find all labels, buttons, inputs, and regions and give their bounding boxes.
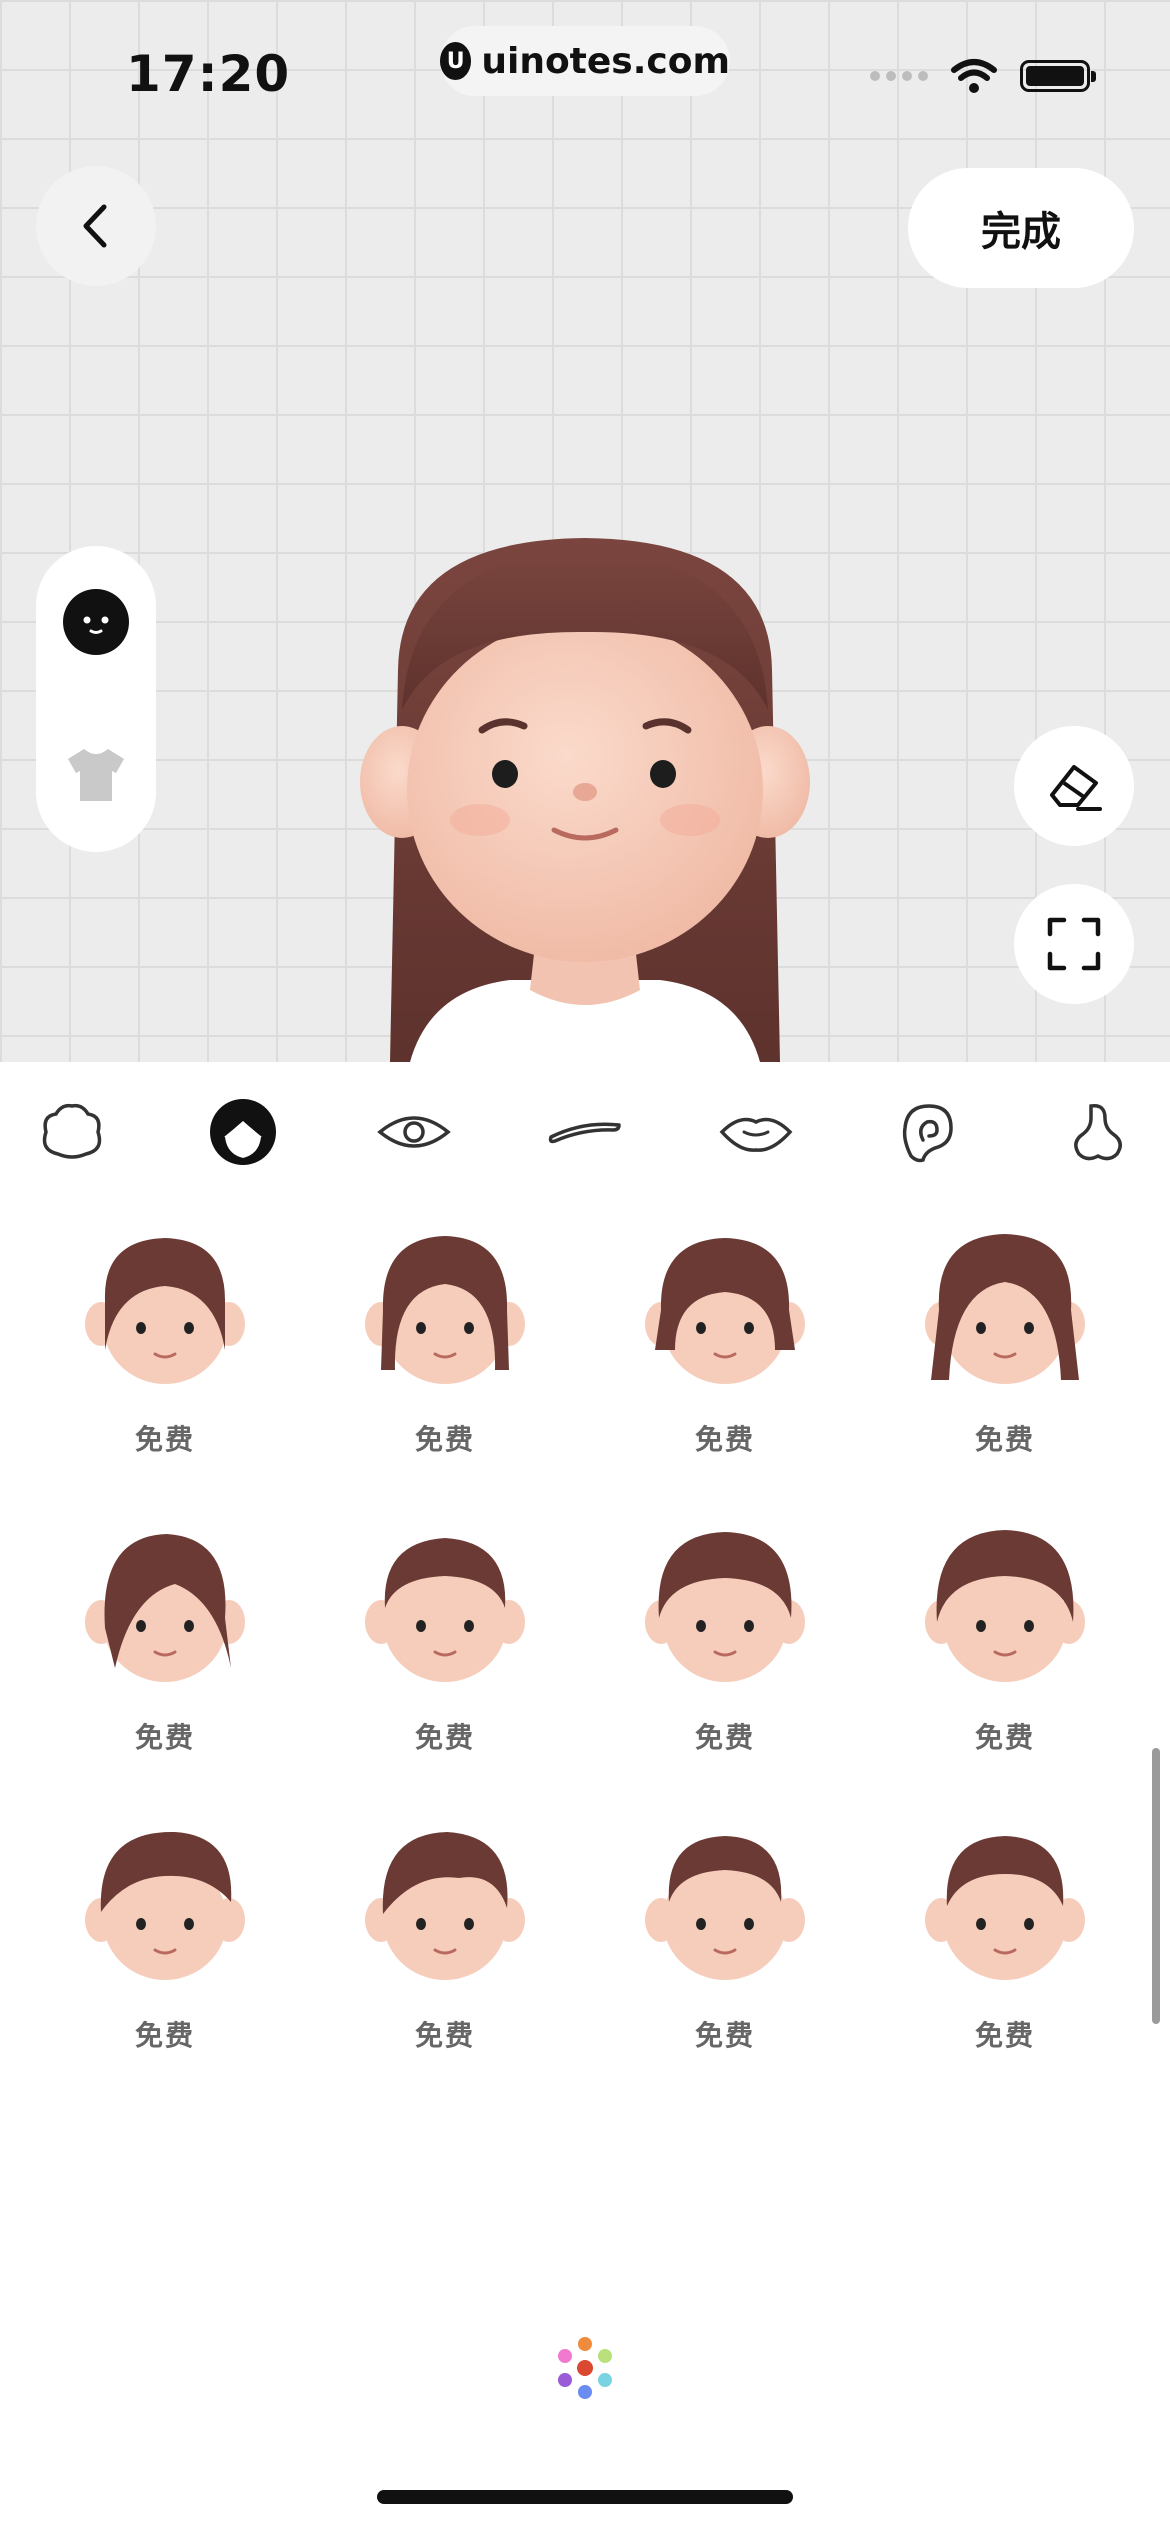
price-label: 免费 [134, 2019, 195, 2052]
fullscreen-icon [1047, 917, 1101, 971]
hair-option-3[interactable]: 免费 [600, 1220, 850, 1458]
back-button[interactable] [36, 166, 156, 286]
done-button[interactable]: 完成 [908, 168, 1134, 288]
tab-ears[interactable] [885, 1090, 969, 1174]
feature-category-tabs [0, 1062, 1170, 1202]
fullscreen-button[interactable] [1014, 884, 1134, 1004]
price-label: 免费 [414, 2019, 475, 2052]
hair-style-thumbnail [645, 1532, 805, 1682]
avatar-preview-area: 17:20 U uinotes.com 完成 [0, 0, 1170, 1062]
tab-eyes[interactable] [372, 1090, 456, 1174]
hair-icon [210, 1099, 276, 1165]
price-label: 免费 [694, 1721, 755, 1754]
eye-icon [377, 1116, 451, 1148]
price-label: 免费 [134, 1721, 195, 1754]
hair-style-thumbnail [925, 1836, 1085, 1980]
hair-option-10[interactable]: 免费 [320, 1816, 570, 2054]
price-label: 免费 [974, 1423, 1035, 1456]
hair-option-2[interactable]: 免费 [320, 1220, 570, 1458]
tab-nose[interactable] [1056, 1090, 1140, 1174]
home-indicator [377, 2490, 793, 2504]
site-logo-icon: U [440, 42, 472, 80]
ear-icon [902, 1104, 953, 1163]
hair-option-7[interactable]: 免费 [600, 1518, 850, 1756]
hair-option-9[interactable]: 免费 [40, 1816, 290, 2054]
scrollbar[interactable] [1152, 1748, 1160, 2024]
hair-style-thumbnail [85, 1238, 245, 1384]
outfit-mode-button[interactable] [64, 745, 128, 809]
nose-icon [1074, 1104, 1122, 1161]
url-text: uinotes.com [481, 40, 730, 82]
hair-style-thumbnail [645, 1238, 805, 1384]
hair-options-grid: 免费 免费 免费 免费 免费 免费 免费 免费 免费 免费 免费 免费 [0, 1220, 1170, 2280]
avatar-model [360, 538, 810, 1062]
hair-style-thumbnail [365, 1538, 525, 1682]
status-indicators [870, 58, 1096, 94]
hair-style-thumbnail [925, 1530, 1085, 1682]
hair-option-4[interactable]: 免费 [880, 1220, 1130, 1458]
url-pill[interactable]: U uinotes.com [440, 26, 730, 96]
tab-eyebrows[interactable] [543, 1090, 627, 1174]
hair-option-1[interactable]: 免费 [40, 1220, 290, 1458]
hair-option-5[interactable]: 免费 [40, 1518, 290, 1756]
color-palette-icon[interactable] [550, 2334, 620, 2404]
hair-option-6[interactable]: 免费 [320, 1518, 570, 1756]
face-mode-button[interactable] [63, 589, 129, 659]
hair-option-8[interactable]: 免费 [880, 1518, 1130, 1756]
tab-face-shape[interactable] [30, 1090, 114, 1174]
price-label: 免费 [134, 1423, 195, 1456]
battery-icon [1020, 60, 1096, 92]
hair-option-12[interactable]: 免费 [880, 1816, 1130, 2054]
signal-icon [870, 71, 928, 81]
hair-style-thumbnail [365, 1236, 525, 1384]
hair-style-thumbnail [925, 1234, 1085, 1384]
price-label: 免费 [414, 1423, 475, 1456]
price-label: 免费 [694, 1423, 755, 1456]
side-tool-pill [36, 546, 156, 852]
hair-style-thumbnail [85, 1831, 245, 1980]
tab-mouth[interactable] [714, 1090, 798, 1174]
eyebrow-icon [548, 1122, 621, 1144]
status-time: 17:20 [126, 45, 291, 103]
chevron-left-icon [83, 204, 107, 248]
hair-style-thumbnail [365, 1832, 525, 1980]
tab-hair[interactable] [201, 1090, 285, 1174]
price-label: 免费 [974, 1721, 1035, 1754]
price-label: 免费 [414, 1721, 475, 1754]
face-icon [63, 589, 129, 655]
wifi-icon [951, 59, 997, 93]
price-label: 免费 [974, 2019, 1035, 2052]
eraser-icon [1050, 765, 1102, 811]
hair-style-thumbnail [85, 1534, 245, 1682]
price-label: 免费 [694, 2019, 755, 2052]
shirt-icon [68, 749, 124, 801]
face-shape-icon [42, 1103, 102, 1159]
eraser-button[interactable] [1014, 726, 1134, 846]
hair-option-11[interactable]: 免费 [600, 1816, 850, 2054]
hair-style-thumbnail [645, 1836, 805, 1980]
mouth-icon [719, 1117, 793, 1152]
